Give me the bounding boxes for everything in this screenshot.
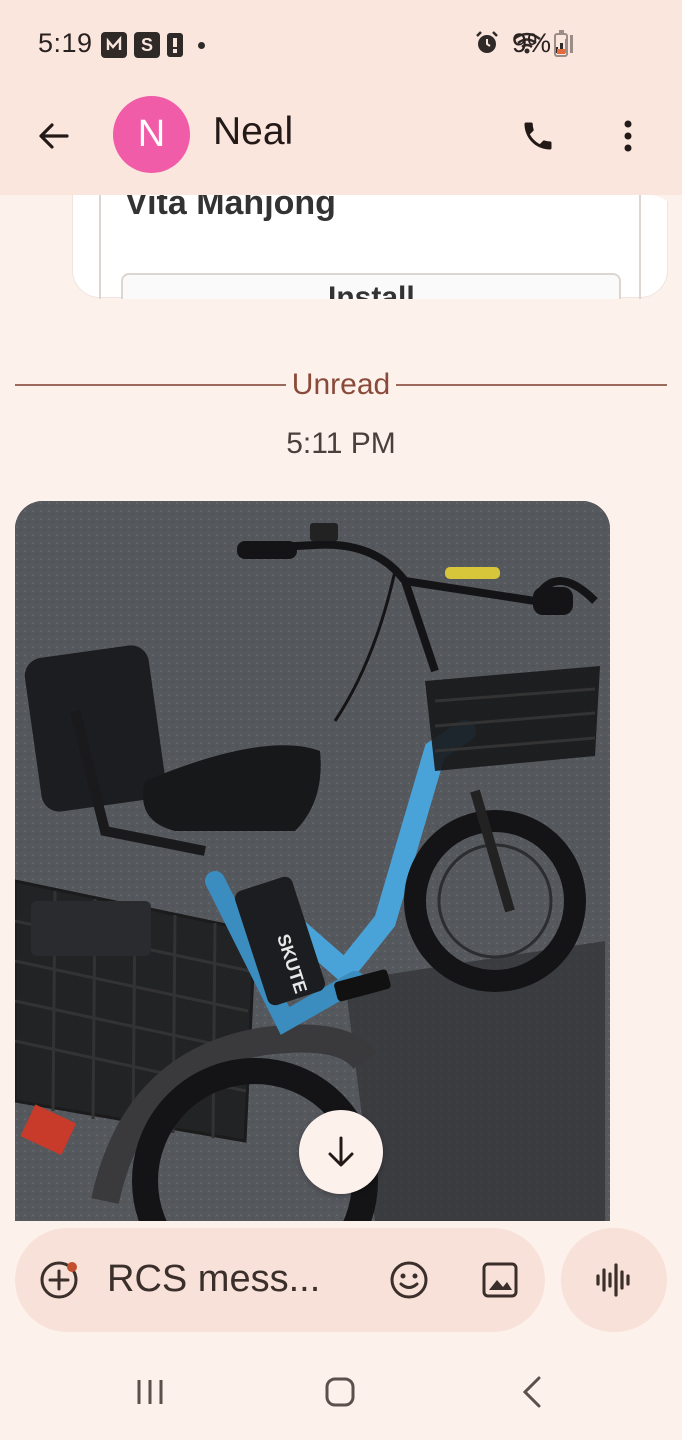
message-composer: RCS mess... xyxy=(15,1228,545,1332)
card-install-button[interactable]: Install xyxy=(121,273,621,299)
arrow-down-icon xyxy=(328,1136,354,1167)
gallery-button[interactable] xyxy=(476,1256,524,1304)
avatar[interactable]: N xyxy=(113,96,190,173)
system-navigation-bar xyxy=(0,1340,682,1440)
conversation-area[interactable]: Vita Mahjong Install Unread 5:11 PM SKUT… xyxy=(0,195,682,1225)
conversation-header: N Neal xyxy=(0,90,682,195)
emoji-button[interactable] xyxy=(385,1256,433,1304)
arrow-left-icon xyxy=(39,123,69,149)
card-install-label: Install xyxy=(328,281,415,299)
call-button[interactable] xyxy=(514,112,562,160)
contact-name[interactable]: Neal xyxy=(213,110,293,154)
back-button[interactable] xyxy=(30,112,78,160)
home-icon xyxy=(325,1377,355,1407)
photo-message[interactable]: SKUTE xyxy=(15,501,610,1221)
rich-card-message[interactable]: Vita Mahjong Install xyxy=(72,195,668,299)
system-back-button[interactable] xyxy=(510,1370,554,1414)
divider-line xyxy=(15,384,286,386)
unread-label: Unread xyxy=(291,368,391,401)
more-vert-icon xyxy=(624,120,632,152)
battery-charger xyxy=(31,901,151,956)
battery-percent: 9% xyxy=(512,28,552,58)
alarm-icon xyxy=(476,31,498,53)
more-options-button[interactable] xyxy=(604,112,652,160)
more-notifications-dot-icon xyxy=(198,41,205,49)
message-input[interactable]: RCS mess... xyxy=(107,1258,357,1301)
unread-divider: Unread xyxy=(15,365,667,405)
add-circle-icon xyxy=(40,1261,78,1299)
chevron-left-icon xyxy=(522,1376,541,1408)
home-button[interactable] xyxy=(318,1370,362,1414)
status-time: 5:19 xyxy=(38,28,93,58)
tricycle-photo-image: SKUTE xyxy=(15,501,610,1221)
s-app-icon: S xyxy=(134,32,160,58)
notification-icons: S xyxy=(101,32,205,58)
card-title: Vita Mahjong xyxy=(125,195,336,222)
emoji-icon xyxy=(390,1261,428,1299)
battery-icon xyxy=(554,30,568,57)
add-attachment-button[interactable] xyxy=(35,1256,83,1304)
image-icon xyxy=(482,1262,518,1298)
phone-icon xyxy=(524,122,552,150)
scroll-to-bottom-button[interactable] xyxy=(299,1110,383,1194)
alert-icon xyxy=(167,33,183,57)
voice-message-button[interactable] xyxy=(561,1228,667,1332)
n-app-icon xyxy=(101,32,127,58)
divider-line xyxy=(396,384,667,386)
status-bar: 5:19 S 9% xyxy=(0,0,682,90)
recents-icon xyxy=(137,1380,163,1404)
recent-apps-button[interactable] xyxy=(128,1370,172,1414)
message-timestamp: 5:11 PM xyxy=(286,427,396,460)
voice-waveform-icon xyxy=(596,1263,630,1297)
rich-card-content: Vita Mahjong Install xyxy=(99,195,641,299)
